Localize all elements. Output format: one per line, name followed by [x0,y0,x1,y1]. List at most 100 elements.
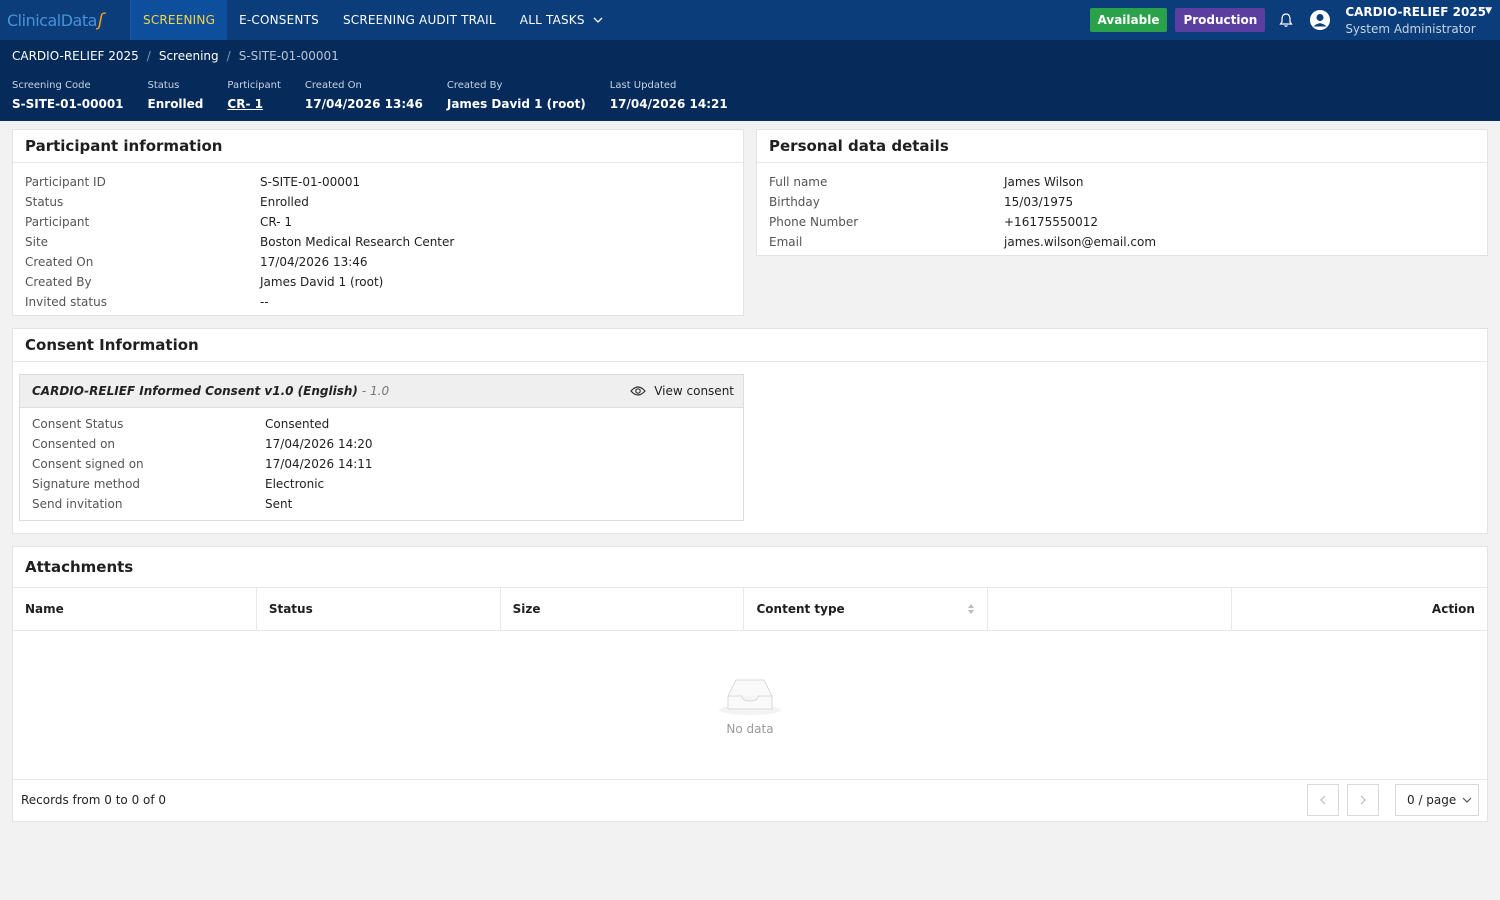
column-header-content-type[interactable]: Content type [744,588,989,630]
card-title: Attachments [25,558,134,576]
field-value: Enrolled [260,195,309,209]
column-header-name[interactable]: Name [13,588,257,630]
field-row: Phone Number +16175550012 [769,212,1475,232]
consent-form-name: CARDIO-RELIEF Informed Consent v1.0 (Eng… [32,384,358,398]
view-consent-button[interactable]: View consent [630,384,734,398]
summary-value: Enrolled [147,97,204,111]
app-logo[interactable]: ClinicalData ʃ [0,0,131,40]
consent-form-panel: CARDIO-RELIEF Informed Consent v1.0 (Eng… [19,374,744,521]
nav-screening-audit-trail[interactable]: SCREENING AUDIT TRAIL [331,0,508,40]
field-label: Full name [769,175,828,189]
field-row: Signature method Electronic [32,474,731,494]
field-label: Consent Status [32,417,124,431]
column-label: Name [25,602,64,616]
column-header-status[interactable]: Status [257,588,501,630]
field-row: Status Enrolled [25,192,731,212]
user-menu[interactable]: CARDIO-RELIEF 2025 System Administrator [1345,5,1486,36]
field-row: Participant ID S-SITE-01-00001 [25,172,731,192]
field-label: Invited status [25,295,107,309]
field-row: Consent Status Consented [32,414,731,434]
field-label: Status [25,195,64,209]
field-value: 17/04/2026 14:20 [265,437,373,451]
consent-info-card: Consent Information CARDIO-RELIEF Inform… [12,328,1488,534]
column-label: Status [268,602,313,616]
summary-label: Screening Code [12,80,91,91]
attachments-table-header: Name Status Size Content type Action [13,587,1487,631]
nav-e-consents-label: E-CONSENTS [239,13,319,27]
field-row: Participant CR- 1 [25,212,731,232]
consent-form-version: - 1.0 [361,384,390,398]
page-header: CARDIO-RELIEF 2025 / Screening / S-SITE-… [0,40,1500,121]
eye-icon [630,386,647,396]
summary-label: Created By [446,80,503,91]
user-role: System Administrator [1345,21,1476,36]
chevron-down-icon [1462,795,1472,806]
field-value: James Wilson [1004,175,1084,189]
empty-inbox-icon [719,679,781,715]
field-label: Participant [25,215,90,229]
column-header-size[interactable]: Size [501,588,745,630]
field-label: Participant ID [25,175,106,189]
logo-text: ClinicalData [7,10,97,30]
summary-value: S-SITE-01-00001 [12,97,124,111]
environment-badge[interactable]: Production [1175,8,1266,32]
summary-status: Status Enrolled [148,80,204,111]
page-size-select[interactable]: 0 / page [1395,784,1479,816]
summary-last-updated: Last Updated 17/04/2026 14:21 [610,80,728,111]
nav-e-consents[interactable]: E-CONSENTS [227,0,331,40]
field-row: Birthday 15/03/1975 [769,192,1475,212]
caret-down-icon[interactable]: ▼ [1485,6,1492,16]
summary-value: James David 1 (root) [446,97,586,111]
nav-screening[interactable]: SCREENING [131,0,228,40]
sort-icon[interactable] [967,603,975,615]
field-label: Consented on [32,437,116,451]
personal-fields: Full name James Wilson Birthday 15/03/1975… [757,163,1487,252]
participant-link[interactable]: CR- 1 [227,97,281,111]
availability-badge[interactable]: Available [1089,8,1168,32]
nav-audit-label: SCREENING AUDIT TRAIL [342,13,496,27]
user-avatar-icon[interactable] [1309,9,1331,31]
summary-screening-code: Screening Code S-SITE-01-00001 [12,80,124,111]
bell-icon[interactable] [1275,9,1297,31]
field-value: james.wilson@email.com [1004,235,1157,249]
field-row: Consent signed on 17/04/2026 14:11 [32,454,731,474]
empty-text: No data [726,722,774,736]
field-value: -- [260,295,269,309]
field-row: Consented on 17/04/2026 14:20 [32,434,731,454]
nav-all-tasks-label: ALL TASKS [519,13,585,27]
top-navbar: ClinicalData ʃ SCREENING E-CONSENTS SCRE… [0,0,1500,40]
field-row: Created By James David 1 (root) [25,272,731,292]
next-page-button[interactable] [1347,784,1379,816]
nav-all-tasks[interactable]: ALL TASKS [508,0,615,40]
summary-created-by: Created By James David 1 (root) [447,80,586,111]
card-title: Consent Information [13,329,1487,362]
field-value: Sent [265,497,293,511]
field-label: Phone Number [769,215,859,229]
column-label: Action [1431,602,1475,616]
chevron-right-icon [1360,795,1366,805]
field-row: Send invitation Sent [32,494,731,514]
card-title: Personal data details [757,130,1487,163]
summary-label: Status [147,80,180,91]
chevron-left-icon [1320,795,1326,805]
field-row: Invited status -- [25,292,731,312]
card-title: Participant information [13,130,743,163]
field-value: 17/04/2026 14:11 [265,457,373,471]
field-row: Full name James Wilson [769,172,1475,192]
breadcrumb-separator: / [226,49,231,63]
empty-state: No data [13,631,1487,780]
field-row: Site Boston Medical Research Center [25,232,731,252]
prev-page-button[interactable] [1307,784,1339,816]
field-value: S-SITE-01-00001 [260,175,361,189]
field-value: Boston Medical Research Center [260,235,455,249]
field-value: Electronic [265,477,325,491]
field-value: 17/04/2026 13:46 [260,255,368,269]
breadcrumb-screening[interactable]: Screening [159,49,219,63]
breadcrumb-study[interactable]: CARDIO-RELIEF 2025 [12,49,139,63]
field-value: James David 1 (root) [260,275,384,289]
field-label: Email [769,235,803,249]
breadcrumb-separator: / [146,49,151,63]
column-label: Content type [756,602,845,616]
participant-info-card: Participant information Participant ID S-… [12,129,744,316]
personal-data-card: Personal data details Full name James Wil… [756,129,1488,256]
